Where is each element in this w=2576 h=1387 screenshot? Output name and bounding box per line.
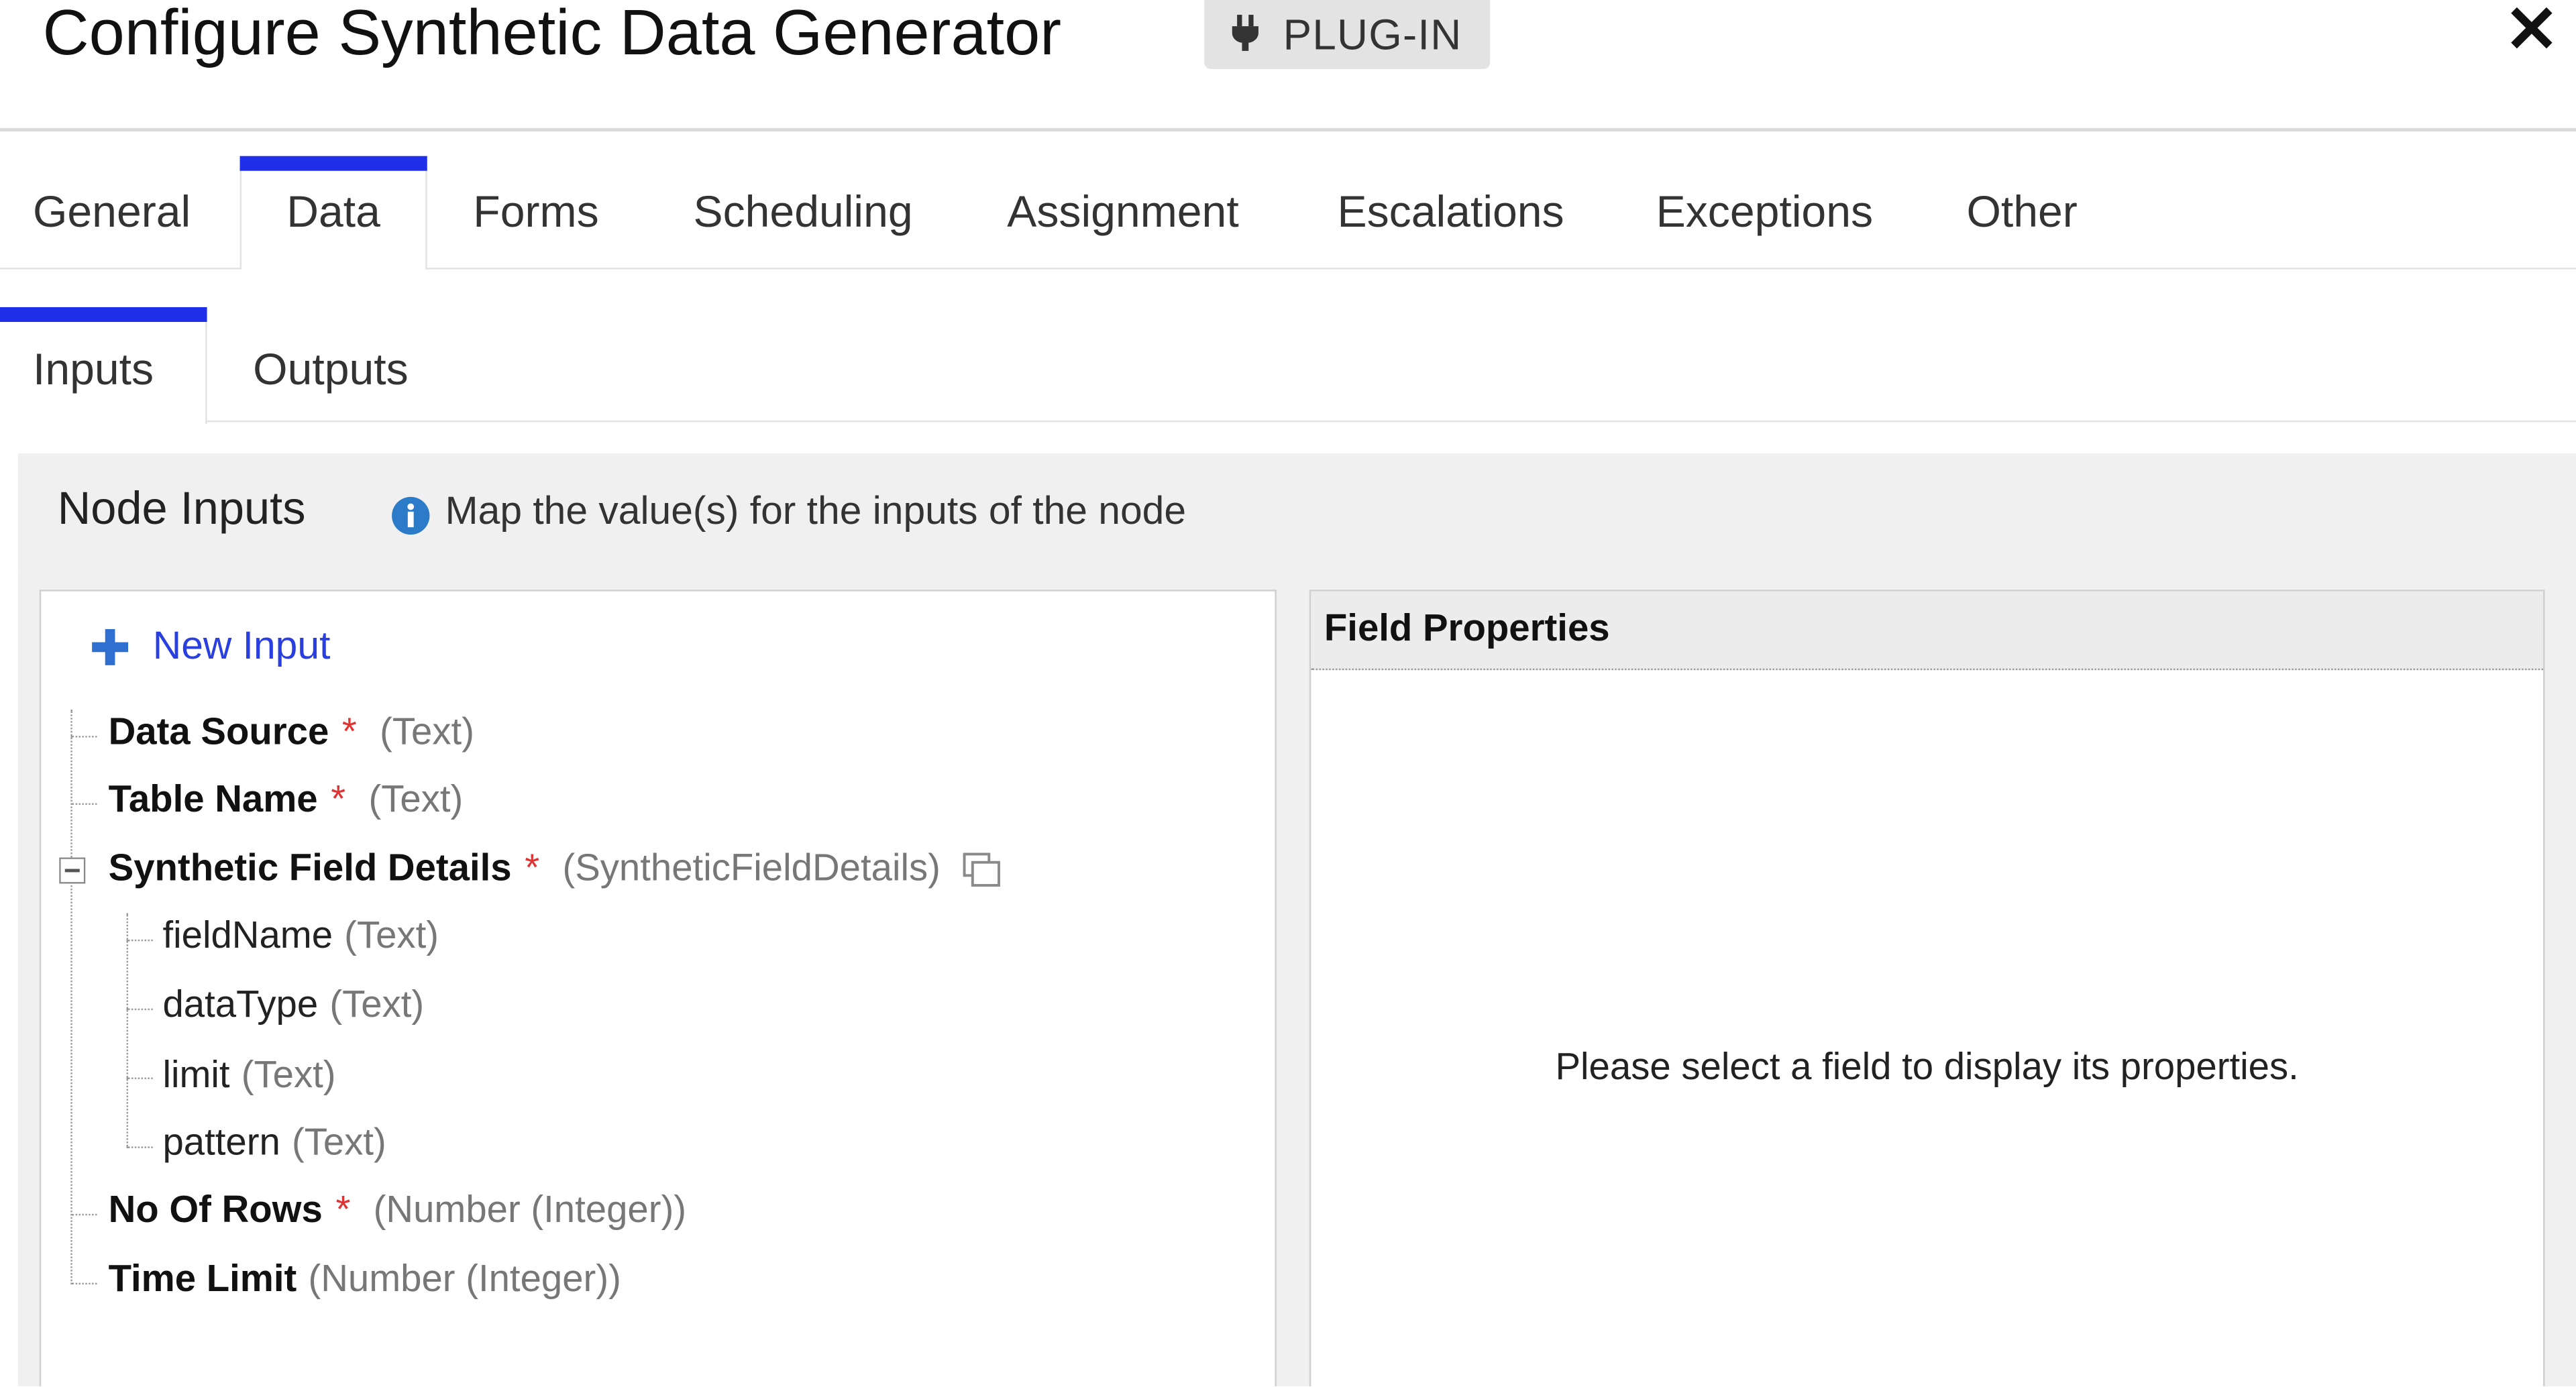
inputs-tree-panel: New Input Data Source * (Text) Table Nam… [39, 590, 1277, 1386]
tree-connector [126, 1077, 153, 1079]
field-name: pattern [162, 1120, 280, 1163]
field-name: Table Name [108, 777, 318, 820]
tree-item-datatype[interactable]: dataType (Text) [162, 983, 424, 1032]
field-type: (Text) [291, 1120, 386, 1163]
field-properties-title: Field Properties [1324, 606, 1610, 649]
tab-other[interactable]: Other [1966, 156, 2077, 268]
plus-icon [91, 628, 130, 667]
primary-tabs: General Data Forms Scheduling Assignment… [0, 131, 2576, 270]
new-input-label: New Input [152, 624, 331, 669]
field-name: Synthetic Field Details [108, 846, 512, 889]
tree-connector [70, 736, 97, 738]
field-type: (Text) [380, 709, 474, 753]
collapse-icon[interactable] [59, 857, 86, 884]
field-type: (Number (Integer)) [308, 1256, 621, 1300]
tab-exceptions[interactable]: Exceptions [1656, 156, 1873, 268]
field-properties-panel: Field Properties Please select a field t… [1309, 590, 2545, 1386]
tree-connector [70, 709, 72, 1285]
field-name: dataType [162, 982, 319, 1025]
tree-connector [126, 913, 129, 1147]
info-icon [391, 496, 431, 536]
field-name: Time Limit [108, 1256, 297, 1300]
copy-icon[interactable] [963, 852, 1003, 889]
tree-connector [126, 1146, 153, 1148]
tab-scheduling[interactable]: Scheduling [693, 156, 912, 268]
field-type: (Number (Integer)) [373, 1187, 687, 1231]
tree-item-no-of-rows[interactable]: No Of Rows * (Number (Integer)) [109, 1188, 686, 1237]
tree-item-limit[interactable]: limit (Text) [162, 1053, 335, 1102]
dialog-header: Configure Synthetic Data Generator PLUG-… [0, 0, 2576, 131]
required-marker: * [335, 1187, 351, 1231]
tab-assignment[interactable]: Assignment [1007, 156, 1239, 268]
tree-item-table-name[interactable]: Table Name * (Text) [109, 777, 464, 826]
node-inputs-header: Node Inputs Map the value(s) for the inp… [17, 453, 2576, 572]
node-inputs-hint: Map the value(s) for the inputs of the n… [445, 489, 1187, 534]
field-properties-empty-message: Please select a field to display its pro… [1555, 1044, 2299, 1088]
tree-connector [126, 939, 153, 942]
tree-item-time-limit[interactable]: Time Limit (Number (Integer)) [109, 1256, 621, 1305]
secondary-tabs: Inputs Outputs [0, 270, 2576, 424]
tree-item-data-source[interactable]: Data Source * (Text) [109, 710, 474, 759]
tab-data[interactable]: Data [239, 156, 427, 270]
plugin-badge: PLUG-IN [1204, 0, 1491, 69]
required-marker: * [525, 846, 540, 889]
tree-item-synthetic-field-details[interactable]: Synthetic Field Details * (SyntheticFiel… [109, 846, 1003, 895]
field-name: fieldName [162, 913, 333, 956]
tab-escalations[interactable]: Escalations [1337, 156, 1564, 268]
field-type: (Text) [368, 777, 464, 820]
tree-connector [70, 803, 97, 806]
close-icon[interactable] [2507, 3, 2556, 52]
required-marker: * [331, 777, 346, 820]
field-type: (SyntheticFieldDetails) [562, 846, 941, 889]
field-name: Data Source [108, 709, 329, 753]
dialog: Configure Synthetic Data Generator PLUG-… [0, 0, 2576, 1386]
new-input-button[interactable]: New Input [91, 624, 331, 671]
dialog-title: Configure Synthetic Data Generator [42, 0, 1062, 69]
node-inputs-title: Node Inputs [57, 483, 306, 534]
tab-inputs[interactable]: Inputs [0, 307, 207, 424]
tree-item-pattern[interactable]: pattern (Text) [162, 1120, 386, 1169]
tree-connector [70, 1213, 97, 1216]
tab-general[interactable]: General [33, 156, 191, 268]
field-type: (Text) [241, 1052, 336, 1096]
field-name: No Of Rows [108, 1187, 323, 1231]
tree-connector [126, 1008, 153, 1011]
tab-outputs[interactable]: Outputs [253, 307, 409, 422]
tree-connector [70, 1282, 97, 1285]
tree-item-fieldname[interactable]: fieldName (Text) [162, 913, 439, 962]
plug-icon [1230, 15, 1260, 54]
plugin-badge-label: PLUG-IN [1283, 9, 1462, 58]
field-type: (Text) [344, 913, 439, 956]
field-type: (Text) [329, 982, 425, 1025]
required-marker: * [341, 709, 357, 753]
field-properties-header: Field Properties [1311, 591, 2544, 671]
tab-forms[interactable]: Forms [473, 156, 598, 268]
field-name: limit [162, 1052, 230, 1096]
